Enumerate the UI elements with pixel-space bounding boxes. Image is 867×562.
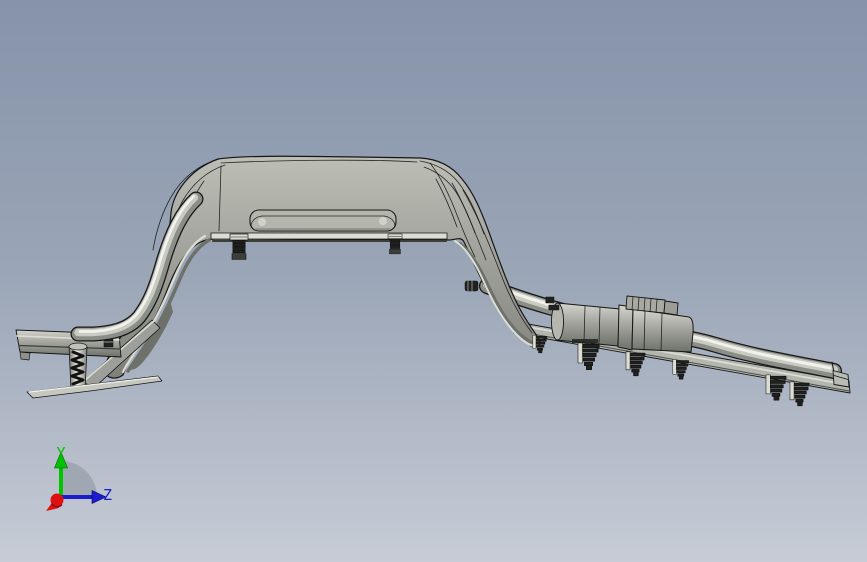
y-axis-label: Y	[56, 444, 65, 462]
cad-viewport: Y Z	[0, 0, 867, 562]
viewport-background[interactable]	[0, 0, 867, 562]
connector-flange[interactable]	[617, 304, 634, 351]
grab-handle-recess[interactable]	[249, 209, 397, 232]
ribbed-bolt[interactable]	[229, 233, 249, 260]
z-axis-label: Z	[103, 486, 112, 504]
ribbed-bolt-side[interactable]	[464, 280, 479, 292]
viewport-canvas[interactable]: Y Z	[0, 0, 867, 562]
ribbed-bolt[interactable]	[387, 233, 403, 255]
